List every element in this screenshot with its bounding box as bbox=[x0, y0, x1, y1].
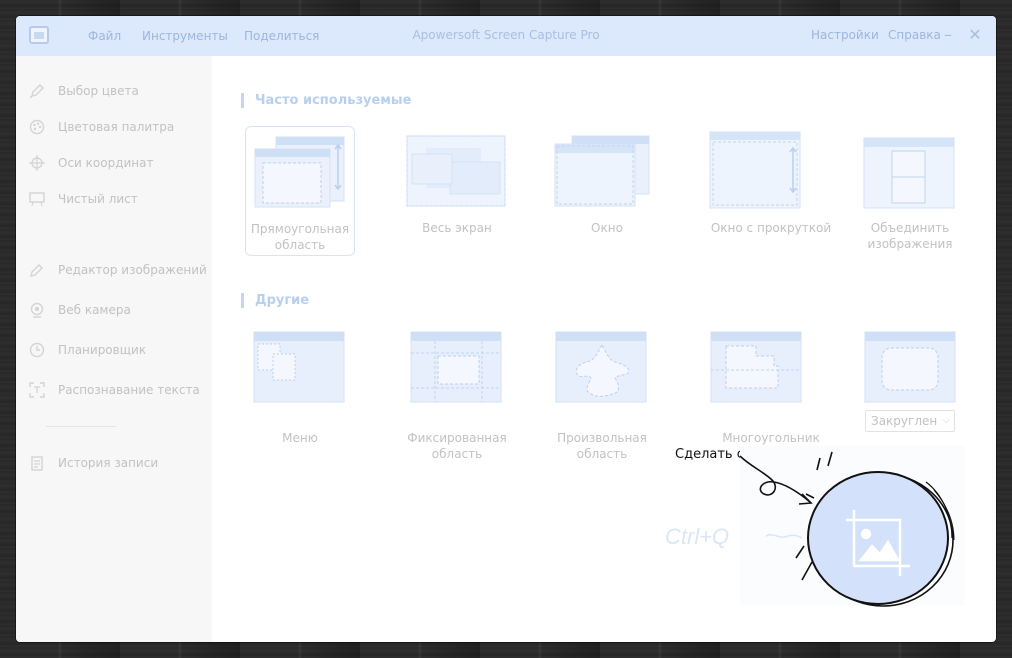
tile-caption-line: Объединить bbox=[870, 221, 950, 235]
tile-caption-line: Фиксированная bbox=[407, 431, 507, 445]
window-capture-icon bbox=[554, 135, 650, 207]
capture-hotkey: Ctrl+Q bbox=[665, 524, 730, 549]
tile-caption-line: Окно с прокруткой bbox=[710, 221, 832, 235]
ocr-icon bbox=[28, 381, 46, 399]
tile-caption-line: Окно bbox=[591, 221, 623, 235]
sidebar-item-ocr[interactable]: Распознавание текста bbox=[28, 380, 200, 400]
close-icon[interactable]: ✕ bbox=[965, 25, 985, 45]
tile-caption-line: Меню bbox=[282, 431, 318, 445]
app-logo-icon[interactable] bbox=[29, 26, 49, 44]
sidebar-item-scheduler[interactable]: Планировщик bbox=[28, 340, 146, 360]
sidebar-item-label: Редактор изображений bbox=[58, 263, 207, 277]
tile-caption-line: Многоугольник bbox=[722, 431, 820, 445]
fixed-region-icon bbox=[410, 331, 502, 403]
chevron-down-icon: ⌵ bbox=[942, 415, 950, 426]
sidebar-item-label: Оси координат bbox=[58, 156, 154, 170]
history-icon bbox=[28, 454, 46, 472]
menu-share[interactable]: Поделиться bbox=[244, 29, 319, 43]
sidebar-item-label: Планировщик bbox=[58, 343, 147, 357]
section-title-frequent: Часто используемые bbox=[241, 93, 412, 108]
freehand-region-icon bbox=[555, 331, 647, 403]
crosshair-icon bbox=[28, 154, 46, 172]
sidebar-item-label: Чистый лист bbox=[58, 192, 138, 206]
sidebar-item-label: Распознавание текста bbox=[58, 383, 200, 397]
section-title-other: Другие bbox=[241, 293, 309, 308]
merge-images-icon bbox=[863, 137, 955, 209]
title-bar: Файл Инструменты Поделиться Apowersoft S… bbox=[16, 16, 996, 56]
app-window: Файл Инструменты Поделиться Apowersoft S… bbox=[16, 16, 996, 642]
tile-window[interactable]: Окно bbox=[552, 126, 662, 256]
tile-caption-line: Весь экран bbox=[422, 221, 492, 235]
minimize-icon[interactable]: – bbox=[938, 25, 958, 45]
sidebar-item-label: Веб камера bbox=[58, 303, 131, 317]
tile-menu-capture[interactable]: Меню bbox=[245, 326, 355, 456]
sidebar-item-label: Цветовая палитра bbox=[58, 120, 175, 134]
menu-settings[interactable]: Настройки bbox=[811, 28, 879, 42]
sidebar-divider bbox=[46, 426, 116, 427]
pencil-icon bbox=[28, 82, 46, 100]
shape-select-value: Закруглен bbox=[871, 414, 938, 428]
sidebar-item-label: История записи bbox=[58, 456, 159, 470]
tile-caption-line: область bbox=[274, 238, 326, 252]
tile-caption-line: изображения bbox=[867, 237, 953, 251]
tile-fixed-region[interactable]: Фиксированная область bbox=[402, 326, 512, 461]
tile-scrolling-window[interactable]: Окно с прокруткой bbox=[706, 126, 836, 256]
scrolling-window-icon bbox=[709, 131, 801, 209]
sidebar-item-palette[interactable]: Цветовая палитра bbox=[28, 117, 174, 137]
polygon-region-icon bbox=[710, 331, 802, 403]
tile-caption-line: область bbox=[431, 447, 483, 461]
rounded-region-icon bbox=[864, 331, 956, 403]
tile-caption-line: Прямоугольная bbox=[250, 222, 350, 236]
edit-pencil-icon bbox=[28, 261, 46, 279]
capture-button[interactable] bbox=[806, 468, 956, 610]
menu-tools[interactable]: Инструменты bbox=[142, 29, 228, 43]
menu-help[interactable]: Справка bbox=[888, 28, 941, 42]
webcam-icon bbox=[28, 301, 46, 319]
sidebar-item-label: Выбор цвета bbox=[58, 84, 139, 98]
tile-caption-line: Произвольная bbox=[557, 431, 647, 445]
whiteboard-icon bbox=[28, 190, 46, 208]
tile-polygon-region[interactable]: Многоугольник bbox=[706, 326, 836, 456]
tile-freehand-region[interactable]: Произвольная область bbox=[547, 326, 657, 461]
sidebar-item-color-picker[interactable]: Выбор цвета bbox=[28, 81, 139, 101]
shape-select[interactable]: Закруглен ⌵ bbox=[865, 410, 955, 432]
palette-icon bbox=[28, 118, 46, 136]
region-capture-icon bbox=[254, 136, 345, 208]
tile-region-capture[interactable]: Прямоугольная область bbox=[245, 126, 355, 256]
tile-caption-line: область bbox=[576, 447, 628, 461]
sidebar-item-axes[interactable]: Оси координат bbox=[28, 153, 154, 173]
sidebar-item-whiteboard[interactable]: Чистый лист bbox=[28, 189, 138, 209]
sidebar-item-image-editor[interactable]: Редактор изображений bbox=[28, 260, 207, 280]
menu-capture-icon bbox=[253, 331, 345, 403]
fullscreen-capture-icon bbox=[406, 135, 506, 207]
sidebar-item-webcam[interactable]: Веб камера bbox=[28, 300, 131, 320]
tile-rounded-region[interactable] bbox=[855, 326, 965, 406]
tile-merge-images[interactable]: Объединить изображения bbox=[855, 126, 965, 256]
sidebar-item-history[interactable]: История записи bbox=[28, 453, 158, 473]
tile-fullscreen[interactable]: Весь экран bbox=[402, 126, 512, 256]
menu-file[interactable]: Файл bbox=[88, 29, 121, 43]
clock-icon bbox=[28, 341, 46, 359]
sidebar: Выбор цвета Цветовая палитра Оси координ… bbox=[16, 56, 212, 642]
